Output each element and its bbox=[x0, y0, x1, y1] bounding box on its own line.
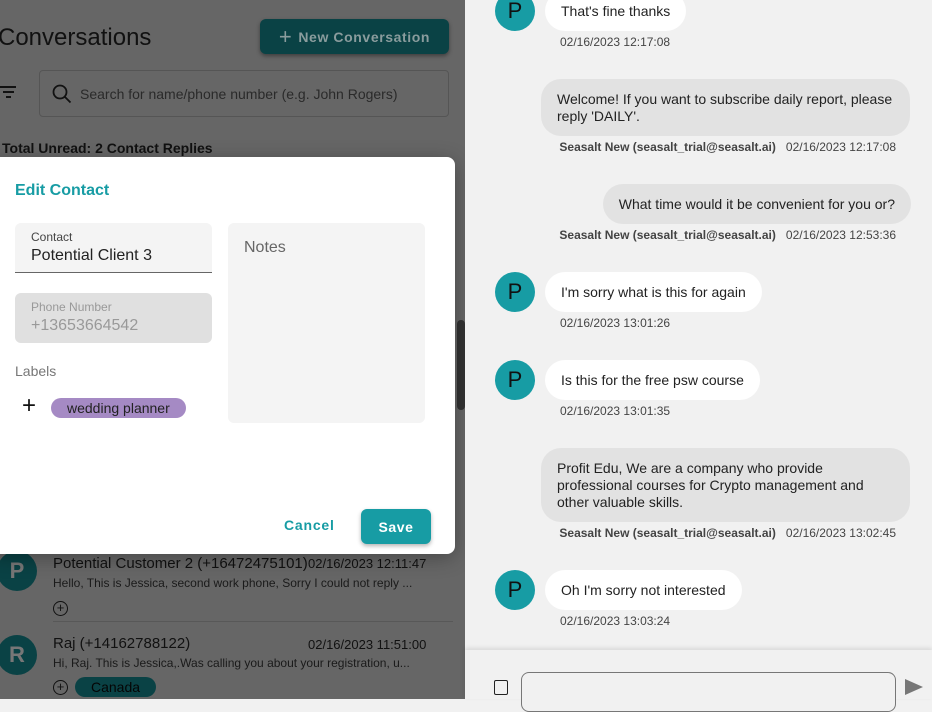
save-button[interactable]: Save bbox=[361, 509, 431, 544]
message-bubble: Is this for the free psw course bbox=[545, 360, 760, 400]
message-meta: Seasalt New (seasalt_trial@seasalt.ai) 02… bbox=[559, 140, 896, 154]
plus-icon: + bbox=[278, 23, 293, 49]
new-conversation-label: New Conversation bbox=[298, 28, 431, 45]
dialog-title: Edit Contact bbox=[15, 182, 110, 199]
message-bubble: What time would it be convenient for you… bbox=[602, 184, 911, 224]
template-icon[interactable] bbox=[494, 680, 508, 695]
contact-name-field[interactable]: Contact Potential Client 3 bbox=[15, 223, 212, 273]
conversation-time: 02/16/2023 12:11:47 bbox=[308, 556, 427, 571]
avatar: P bbox=[495, 272, 535, 312]
message-time: 02/16/2023 12:53:36 bbox=[785, 228, 896, 242]
field-label: Phone Number bbox=[31, 300, 112, 314]
search-input[interactable]: Search for name/phone number (e.g. John … bbox=[39, 70, 449, 117]
edit-contact-dialog: Edit Contact Contact Potential Client 3 … bbox=[0, 157, 455, 554]
contact-name: Raj (+14162788122) bbox=[53, 635, 191, 652]
unread-count: Total Unread: 2 Contact Replies bbox=[2, 140, 213, 156]
message-bubble: I'm sorry what is this for again bbox=[545, 272, 762, 312]
message-bubble: Profit Edu, We are a company who provide… bbox=[541, 448, 910, 522]
page-title: Conversations bbox=[0, 24, 152, 51]
message-bubble: That's fine thanks bbox=[545, 0, 687, 31]
sender-name: Seasalt New (seasalt_trial@seasalt.ai) bbox=[559, 526, 776, 540]
message-time: 02/16/2023 13:01:26 bbox=[560, 316, 671, 330]
cancel-button[interactable]: Cancel bbox=[284, 517, 335, 533]
message-time: 02/16/2023 12:17:08 bbox=[560, 35, 671, 49]
avatar: P bbox=[0, 551, 37, 591]
message-preview: Hello, This is Jessica, second work phon… bbox=[53, 576, 413, 590]
new-conversation-button[interactable]: + New Conversation bbox=[260, 19, 449, 54]
add-label-icon[interactable]: + bbox=[22, 394, 36, 418]
add-label-icon[interactable]: + bbox=[53, 601, 68, 616]
message-bubble: Welcome! If you want to subscribe daily … bbox=[541, 79, 910, 136]
search-placeholder: Search for name/phone number (e.g. John … bbox=[80, 85, 398, 102]
labels-heading: Labels bbox=[15, 363, 57, 379]
avatar: P bbox=[495, 570, 535, 610]
message-meta: Seasalt New (seasalt_trial@seasalt.ai) 02… bbox=[559, 228, 896, 242]
sender-name: Seasalt New (seasalt_trial@seasalt.ai) bbox=[559, 228, 776, 242]
notes-textarea[interactable]: Notes bbox=[228, 223, 425, 423]
conversation-item[interactable]: R Raj (+14162788122) 02/16/2023 11:51:00… bbox=[0, 622, 455, 698]
message-time: 02/16/2023 13:03:24 bbox=[560, 614, 671, 628]
contact-name: Potential Customer 2 (+16472475101) bbox=[53, 555, 308, 572]
message-time: 02/16/2023 13:01:35 bbox=[560, 404, 671, 418]
message-time: 02/16/2023 12:17:08 bbox=[785, 140, 896, 154]
avatar: R bbox=[0, 635, 37, 675]
sender-name: Seasalt New (seasalt_trial@seasalt.ai) bbox=[559, 140, 776, 154]
filter-icon[interactable] bbox=[0, 86, 16, 101]
message-input[interactable] bbox=[521, 672, 896, 712]
field-value: +13653664542 bbox=[31, 317, 139, 334]
message-meta: Seasalt New (seasalt_trial@seasalt.ai) 02… bbox=[559, 526, 896, 540]
label-chip[interactable]: Canada bbox=[75, 677, 157, 697]
conversation-item[interactable]: P Potential Customer 2 (+16472475101) 02… bbox=[0, 546, 455, 622]
conversation-time: 02/16/2023 11:51:00 bbox=[308, 637, 427, 652]
label-chip[interactable]: wedding planner bbox=[51, 398, 186, 418]
message-bubble: Oh I'm sorry not interested bbox=[545, 570, 742, 610]
search-icon bbox=[52, 84, 72, 103]
message-composer bbox=[465, 650, 932, 712]
avatar: P bbox=[495, 360, 535, 400]
message-preview: Hi, Raj. This is Jessica,.Was calling yo… bbox=[53, 656, 410, 670]
message-time: 02/16/2023 13:02:45 bbox=[785, 526, 896, 540]
add-label-icon[interactable]: + bbox=[53, 680, 68, 695]
phone-number-field: Phone Number +13653664542 bbox=[15, 293, 212, 343]
scrollbar[interactable] bbox=[457, 320, 465, 410]
send-icon[interactable] bbox=[905, 679, 923, 695]
avatar: P bbox=[495, 0, 535, 31]
field-value: Potential Client 3 bbox=[31, 247, 152, 264]
field-label: Contact bbox=[31, 230, 73, 244]
conversations-panel: Conversations + New Conversation Search f… bbox=[0, 0, 465, 699]
